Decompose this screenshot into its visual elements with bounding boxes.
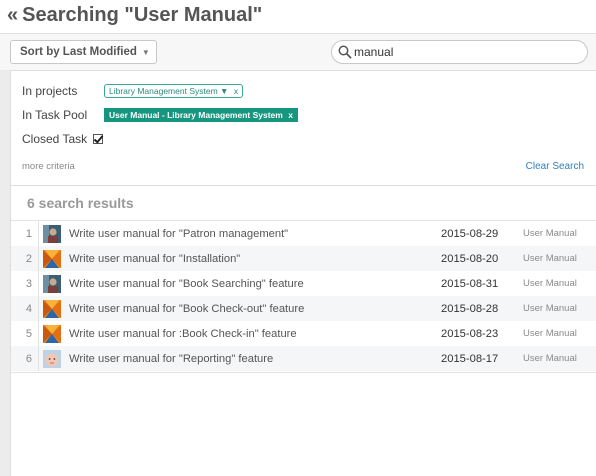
row-number: 5 — [11, 321, 39, 346]
search-icon — [338, 45, 352, 59]
result-date: 2015-08-28 — [441, 302, 499, 315]
portrait-thumb — [43, 224, 61, 243]
search-input[interactable] — [354, 45, 574, 59]
orange-avatar-thumb — [43, 249, 61, 268]
remove-pool-tag-button[interactable]: x — [288, 110, 293, 120]
caret-down-icon[interactable]: ▼ — [220, 86, 228, 96]
table-row[interactable]: 3 Write user manual for "Book Searching"… — [11, 271, 596, 296]
closed-task-label: Closed Task — [22, 132, 88, 146]
clear-search-link[interactable]: Clear Search — [526, 161, 584, 172]
result-date: 2015-08-17 — [441, 352, 499, 365]
result-pool: User Manual — [523, 228, 577, 239]
remove-project-tag-button[interactable]: x — [234, 86, 238, 96]
table-row[interactable]: 1 Write user manual for "Patron manageme… — [11, 221, 596, 246]
result-date: 2015-08-23 — [441, 327, 499, 340]
criteria-row-pool: In Task Pool User Manual - Library Manag… — [22, 106, 298, 124]
result-pool: User Manual — [523, 278, 577, 289]
search-box[interactable] — [331, 40, 588, 64]
results-count: 6 search results — [11, 186, 596, 221]
portrait-thumb — [43, 274, 61, 293]
pool-label: In Task Pool — [22, 108, 88, 122]
orange-avatar-thumb — [43, 299, 61, 318]
result-title[interactable]: Write user manual for "Book Searching" f… — [69, 278, 441, 290]
criteria-row-closed: Closed Task — [22, 130, 104, 148]
table-row[interactable]: 2 Write user manual for "Installation" 2… — [11, 246, 596, 271]
result-date: 2015-08-31 — [441, 277, 499, 290]
row-number: 1 — [11, 221, 39, 246]
row-number: 6 — [11, 346, 39, 371]
result-pool: User Manual — [523, 253, 577, 264]
pool-tag-label: User Manual - Library Management System — [109, 110, 283, 120]
result-date: 2015-08-20 — [441, 252, 499, 265]
search-results-panel: 6 search results 1 Write user manual for… — [10, 186, 596, 476]
baby-face-thumb — [43, 349, 61, 368]
orange-avatar-thumb — [43, 324, 61, 343]
page-title: «Searching "User Manual" — [7, 4, 262, 27]
search-criteria-panel: In projects Library Management System ▼ … — [10, 70, 596, 186]
toolbar: Sort by Last Modified ▼ — [0, 34, 596, 70]
result-title[interactable]: Write user manual for "Book Check-out" f… — [69, 303, 441, 315]
projects-label: In projects — [22, 84, 78, 98]
row-number: 4 — [11, 296, 39, 321]
result-pool: User Manual — [523, 303, 577, 314]
closed-task-checkbox[interactable] — [93, 134, 104, 144]
result-title[interactable]: Write user manual for "Patron management… — [69, 228, 441, 240]
back-link[interactable]: « — [7, 4, 18, 26]
project-filter-tag[interactable]: Library Management System ▼ x — [104, 84, 244, 98]
result-date: 2015-08-29 — [441, 227, 499, 240]
results-divider — [11, 372, 596, 373]
task-pool-filter-tag[interactable]: User Manual - Library Management System … — [104, 108, 298, 122]
more-criteria-link[interactable]: more criteria — [22, 161, 75, 172]
top-bar: «Searching "User Manual" — [0, 0, 596, 34]
result-pool: User Manual — [523, 353, 577, 364]
table-row[interactable]: 6 Write user manual for "Reporting" feat… — [11, 346, 596, 371]
row-number: 2 — [11, 246, 39, 271]
criteria-row-projects: In projects Library Management System ▼ … — [22, 82, 244, 100]
sort-dropdown-button[interactable]: Sort by Last Modified ▼ — [10, 40, 157, 64]
result-title[interactable]: Write user manual for "Reporting" featur… — [69, 353, 441, 365]
result-title[interactable]: Write user manual for :Book Check-in" fe… — [69, 328, 441, 340]
result-title[interactable]: Write user manual for "Installation" — [69, 253, 441, 265]
result-pool: User Manual — [523, 328, 577, 339]
sort-label: Sort by Last Modified — [20, 46, 137, 58]
page-title-text: Searching "User Manual" — [22, 4, 263, 26]
table-row[interactable]: 4 Write user manual for "Book Check-out"… — [11, 296, 596, 321]
row-number: 3 — [11, 271, 39, 296]
chevron-down-icon: ▼ — [141, 47, 150, 57]
result-list: 1 Write user manual for "Patron manageme… — [11, 221, 596, 371]
project-tag-label: Library Management System — [109, 86, 218, 96]
table-row[interactable]: 5 Write user manual for :Book Check-in" … — [11, 321, 596, 346]
